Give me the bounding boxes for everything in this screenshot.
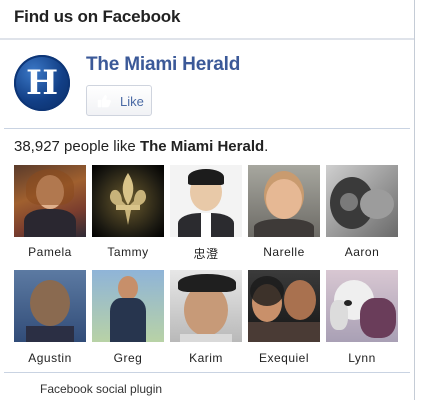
face-photo-narelle[interactable] <box>248 165 320 237</box>
face-photo-tammy[interactable] <box>92 165 164 237</box>
divider <box>4 128 410 129</box>
face-photo-aaron[interactable] <box>326 165 398 237</box>
face-photo-karim[interactable] <box>170 270 242 342</box>
face-name[interactable]: 忠澄 <box>166 245 246 262</box>
miami-herald-logo[interactable]: H <box>14 55 70 111</box>
like-button[interactable]: Like <box>86 85 152 116</box>
likes-period: . <box>264 138 269 155</box>
like-button-label: Like <box>120 94 144 109</box>
face-photo-lynn[interactable] <box>326 270 398 342</box>
face-name[interactable]: Lynn <box>322 351 402 365</box>
thumbs-up-icon <box>97 94 111 108</box>
face-photo-agustin[interactable] <box>14 270 86 342</box>
face-photo-exequiel[interactable] <box>248 270 320 342</box>
widget-title: Find us on Facebook <box>14 7 181 26</box>
face-photo-greg[interactable] <box>92 270 164 342</box>
face-name[interactable]: Karim <box>166 351 246 365</box>
face-name[interactable]: Narelle <box>244 245 324 259</box>
widget-header: Find us on Facebook <box>0 0 414 40</box>
facebook-like-box: Find us on Facebook H The Miami Herald L… <box>0 0 415 400</box>
fleur-de-lis-icon <box>109 173 147 225</box>
logo-letter: H <box>25 63 59 103</box>
face-photo-pamela[interactable] <box>14 165 86 237</box>
likes-count-line: 38,927 people like The Miami Herald. <box>14 138 268 155</box>
footer-divider <box>4 372 410 373</box>
face-name[interactable]: Tammy <box>88 245 168 259</box>
likes-text: people like <box>59 138 140 155</box>
page-name-link[interactable]: The Miami Herald <box>86 54 240 76</box>
face-name[interactable]: Exequiel <box>244 351 324 365</box>
face-name[interactable]: Pamela <box>10 245 90 259</box>
likes-count: 38,927 <box>14 138 60 155</box>
face-name[interactable]: Aaron <box>322 245 402 259</box>
face-name[interactable]: Agustin <box>10 351 90 365</box>
likes-page-name: The Miami Herald <box>139 138 265 155</box>
face-name[interactable]: Greg <box>88 351 168 365</box>
face-photo-zhongcheng[interactable] <box>170 165 242 237</box>
social-plugin-footer[interactable]: Facebook social plugin <box>40 382 162 396</box>
